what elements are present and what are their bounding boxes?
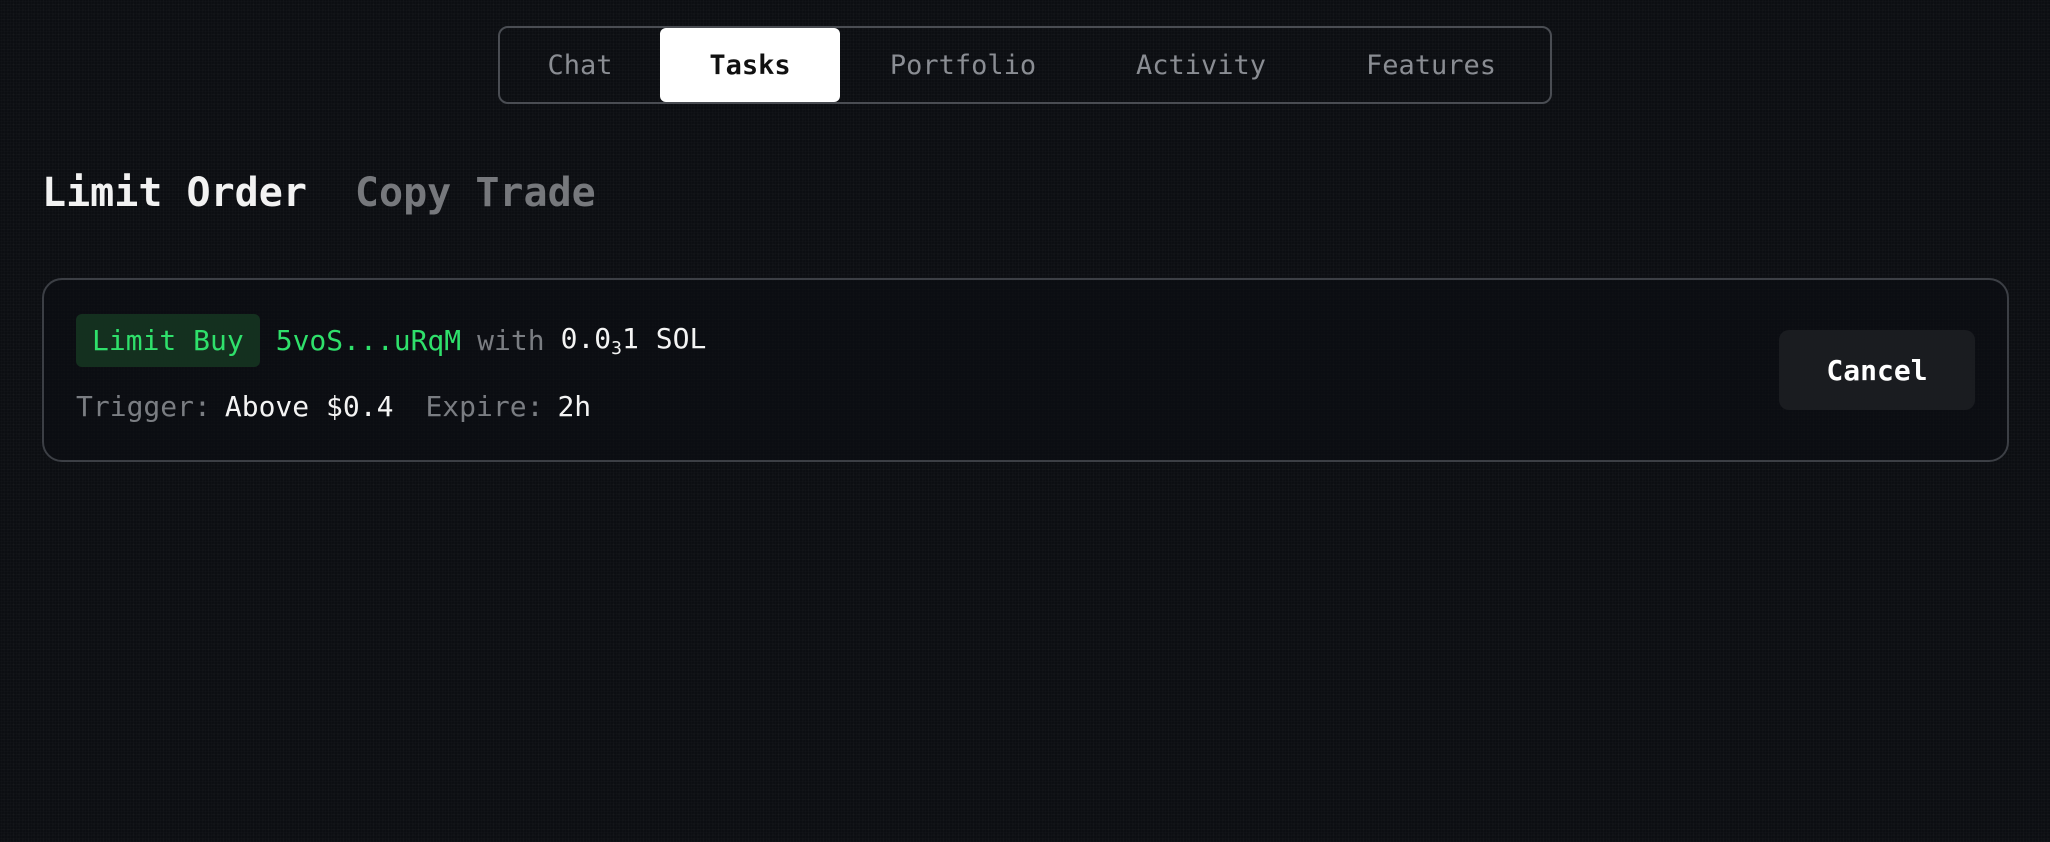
token-address[interactable]: 5voS...uRqM [276, 324, 461, 357]
task-type-tabs: Limit Order Copy Trade [42, 170, 596, 216]
tab-features[interactable]: Features [1316, 28, 1546, 102]
subtab-copy-trade[interactable]: Copy Trade [355, 170, 596, 216]
with-text: with [477, 324, 545, 357]
tab-tasks[interactable]: Tasks [660, 28, 840, 102]
trigger-value: Above $0.4 [224, 390, 394, 423]
order-details: Trigger: Above $0.4 Expire: 2h [76, 390, 591, 423]
amount-zero-count: 3 [611, 338, 623, 359]
tab-activity[interactable]: Activity [1086, 28, 1316, 102]
order-summary: Limit Buy 5voS...uRqM with 0.031 SOL [76, 314, 706, 367]
cancel-button[interactable]: Cancel [1779, 330, 1975, 410]
main-tab-bar: Chat Tasks Portfolio Activity Features [498, 26, 1552, 104]
trigger-label: Trigger: [76, 390, 211, 423]
order-amount: 0.031 SOL [560, 322, 707, 359]
subtab-limit-order[interactable]: Limit Order [42, 170, 307, 216]
expire-label: Expire: [425, 390, 544, 423]
limit-order-card: Limit Buy 5voS...uRqM with 0.031 SOL Tri… [42, 278, 2009, 462]
tab-portfolio[interactable]: Portfolio [840, 28, 1086, 102]
expire-value: 2h [557, 390, 592, 423]
order-type-badge: Limit Buy [76, 314, 260, 367]
tab-chat[interactable]: Chat [500, 28, 660, 102]
